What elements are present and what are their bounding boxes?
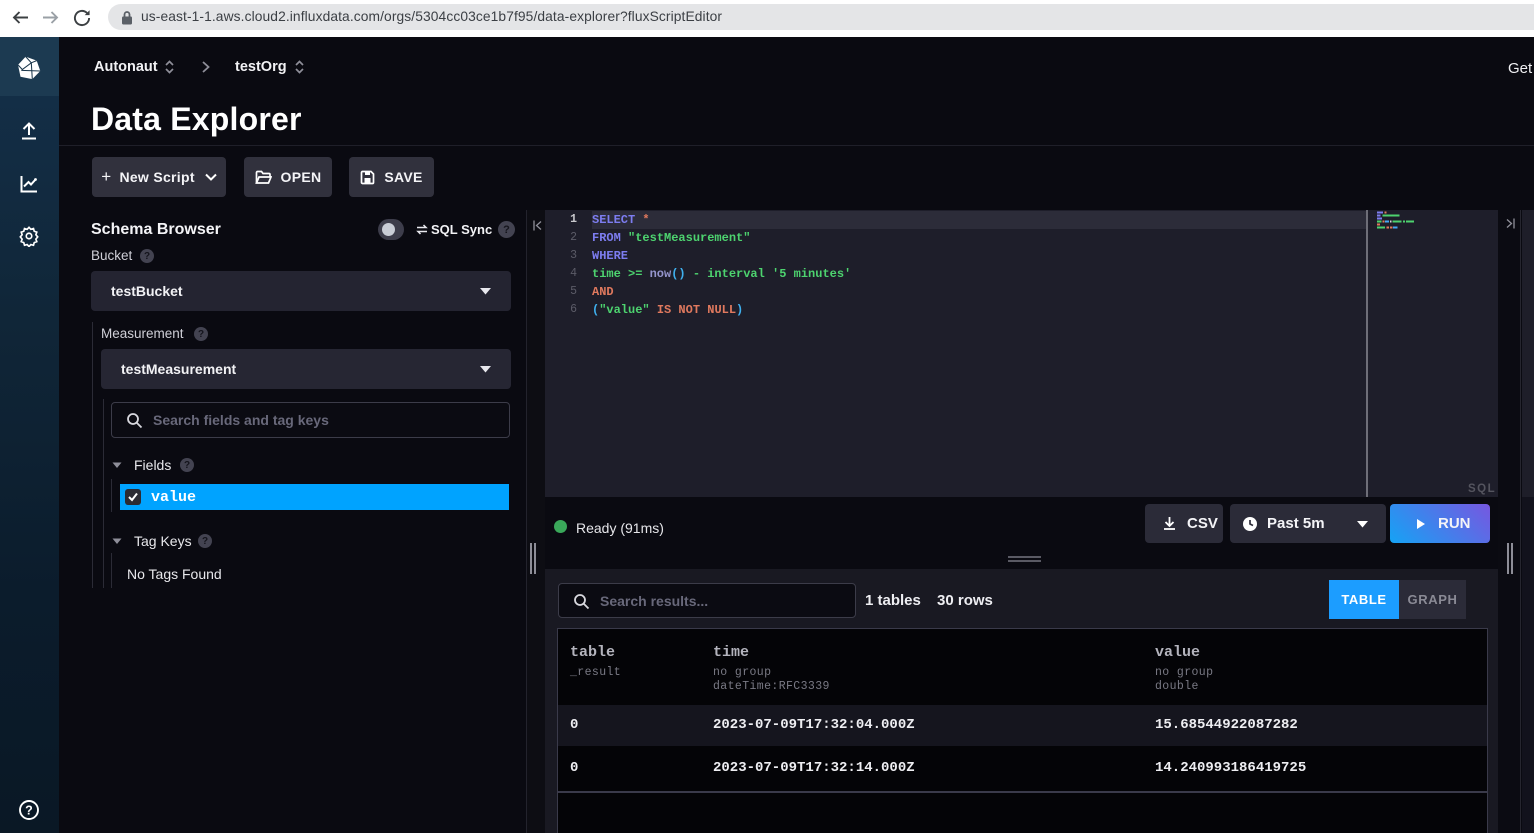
svg-text:?: ? [25, 804, 33, 818]
